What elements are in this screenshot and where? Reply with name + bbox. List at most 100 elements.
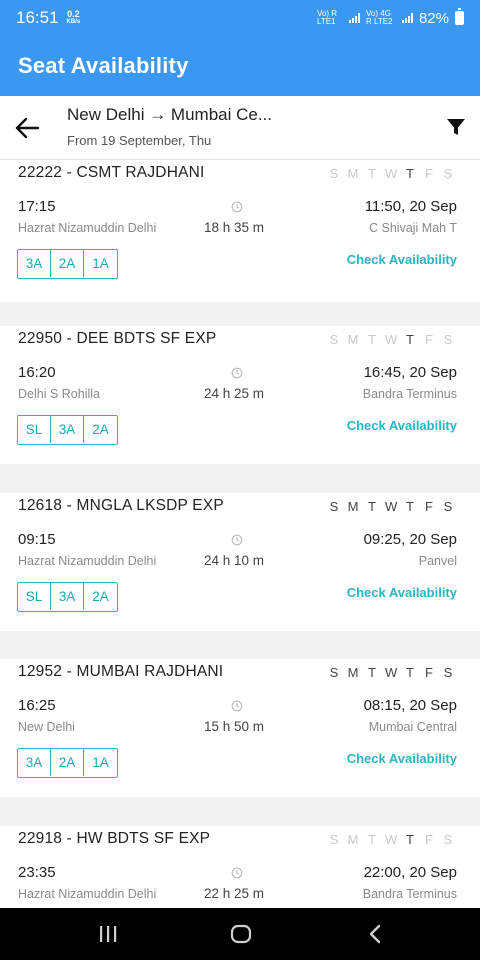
back-chevron-icon[interactable]	[368, 924, 382, 944]
train-name: 22950 - DEE BDTS SF EXP	[18, 330, 217, 347]
day-indicator: W	[385, 499, 398, 514]
day-indicator: F	[425, 832, 433, 847]
day-indicator: T	[368, 499, 376, 514]
status-time: 16:51	[16, 8, 59, 27]
day-indicator: T	[368, 166, 376, 181]
signal-icon	[401, 13, 413, 23]
home-icon[interactable]	[230, 923, 252, 945]
check-availability-link[interactable]: Check Availability	[347, 585, 457, 600]
class-chip[interactable]: 2A	[51, 749, 84, 776]
network-speed-value: 0.2	[67, 9, 80, 19]
clock-icon	[231, 367, 243, 379]
train-card[interactable]: 12618 - MNGLA LKSDP EXP S M T W T F S 09:15 09:25…	[0, 493, 480, 631]
class-chip[interactable]: 3A	[18, 749, 51, 776]
clock-icon	[231, 700, 243, 712]
class-chip[interactable]: 2A	[51, 250, 84, 277]
day-indicator: S	[443, 665, 453, 680]
day-indicator: T	[368, 832, 376, 847]
class-chip[interactable]: 3A	[18, 250, 51, 277]
train-name: 22222 - CSMT RAJDHANI	[18, 164, 205, 181]
running-days: SMTWTFS	[328, 832, 454, 847]
day-indicator: W	[385, 166, 398, 181]
departure-time: 23:35	[18, 864, 56, 881]
day-indicator: W	[385, 665, 398, 680]
route-header: New Delhi → Mumbai Ce... From 19 Septemb…	[0, 96, 480, 160]
status-bar: 16:51 0.2 KB/s Vo) R LTE1 Vo) 4G R LTE2 …	[0, 0, 480, 36]
clock-icon	[231, 201, 243, 213]
sim2-label: Vo) 4G R LTE2	[365, 9, 393, 26]
departure-time: 16:25	[18, 697, 56, 714]
day-indicator: S	[329, 665, 339, 680]
class-selector: SL 3A 2A	[17, 582, 118, 612]
day-indicator: T	[406, 166, 414, 181]
journey-duration: 22 h 25 m	[204, 886, 265, 901]
journey-duration: 24 h 25 m	[204, 386, 265, 401]
running-days: SMTWTFS	[328, 665, 454, 680]
class-chip[interactable]: 2A	[84, 583, 117, 610]
day-indicator: T	[406, 665, 414, 680]
day-indicator: W	[385, 332, 398, 347]
route-date: From 19 September, Thu	[67, 133, 212, 148]
class-selector: 3A 2A 1A	[17, 748, 118, 778]
day-indicator: T	[406, 499, 414, 514]
running-days: SMTWTFS	[328, 499, 454, 514]
check-availability-link[interactable]: Check Availability	[347, 418, 457, 433]
train-card[interactable]: 22950 - DEE BDTS SF EXP S M T W T F S 16:20 16:45…	[0, 326, 480, 464]
class-chip[interactable]: 3A	[51, 583, 84, 610]
journey-duration: 15 h 50 m	[204, 719, 265, 734]
train-card[interactable]: 22918 - HW BDTS SF EXP S M T W T F S 23:35 22:00,…	[0, 826, 480, 908]
day-indicator: S	[329, 166, 339, 181]
arrival-time: 08:15, 20 Sep	[363, 697, 457, 714]
class-chip[interactable]: SL	[18, 416, 51, 443]
day-indicator: T	[406, 332, 414, 347]
day-indicator: S	[443, 166, 453, 181]
class-chip[interactable]: 2A	[84, 416, 117, 443]
arrival-time: 09:25, 20 Sep	[363, 531, 457, 548]
class-selector: 3A 2A 1A	[17, 249, 118, 279]
running-days: SMTWTFS	[328, 166, 454, 181]
day-indicator: T	[368, 665, 376, 680]
day-indicator: M	[347, 166, 359, 181]
arrow-left-icon[interactable]	[14, 116, 40, 140]
day-indicator: F	[425, 332, 433, 347]
day-indicator: S	[443, 332, 453, 347]
day-indicator: M	[347, 499, 359, 514]
departure-station: Hazrat Nizamuddin Delhi	[18, 221, 157, 235]
arrival-time: 16:45, 20 Sep	[363, 364, 457, 381]
class-chip[interactable]: 3A	[51, 416, 84, 443]
status-left: 16:51 0.2 KB/s	[16, 8, 80, 28]
train-name: 22918 - HW BDTS SF EXP	[18, 830, 211, 847]
arrival-time: 11:50, 20 Sep	[364, 198, 457, 215]
day-indicator: S	[329, 332, 339, 347]
sim1-label: Vo) R LTE1	[316, 9, 337, 26]
departure-station: Delhi S Rohilla	[18, 387, 100, 401]
train-card[interactable]: 22222 - CSMT RAJDHANI S M T W T F S 17:15 11:50, …	[0, 160, 480, 302]
day-indicator: S	[443, 499, 453, 514]
system-nav-bar	[0, 908, 480, 960]
running-days: SMTWTFS	[328, 332, 454, 347]
class-chip[interactable]: 1A	[84, 250, 117, 277]
arrival-station: Panvel	[418, 554, 457, 568]
class-selector: SL 3A 2A	[17, 415, 118, 445]
arrival-station: Bandra Terminus	[362, 387, 457, 401]
network-speed-unit: KB/s	[66, 19, 81, 25]
class-chip[interactable]: 1A	[84, 749, 117, 776]
day-indicator: S	[329, 499, 339, 514]
day-indicator: F	[425, 665, 433, 680]
train-card[interactable]: 12952 - MUMBAI RAJDHANI S M T W T F S 16:25 08:15…	[0, 659, 480, 797]
clock-icon	[231, 867, 243, 879]
check-availability-link[interactable]: Check Availability	[347, 751, 457, 766]
check-availability-link[interactable]: Check Availability	[347, 252, 457, 267]
departure-time: 09:15	[18, 531, 56, 548]
arrival-station: Bandra Terminus	[362, 887, 457, 901]
battery-icon	[455, 8, 464, 25]
status-right: Vo) R LTE1 Vo) 4G R LTE2 82%	[316, 8, 464, 27]
train-list[interactable]: 22222 - CSMT RAJDHANI S M T W T F S 17:15 11:50, …	[0, 160, 480, 908]
funnel-icon[interactable]	[446, 117, 466, 137]
day-indicator: W	[385, 832, 398, 847]
departure-time: 17:15	[18, 198, 56, 215]
class-chip[interactable]: SL	[18, 583, 51, 610]
day-indicator: F	[425, 166, 433, 181]
recents-icon[interactable]	[98, 925, 118, 943]
page-title: Seat Availability	[18, 53, 189, 78]
